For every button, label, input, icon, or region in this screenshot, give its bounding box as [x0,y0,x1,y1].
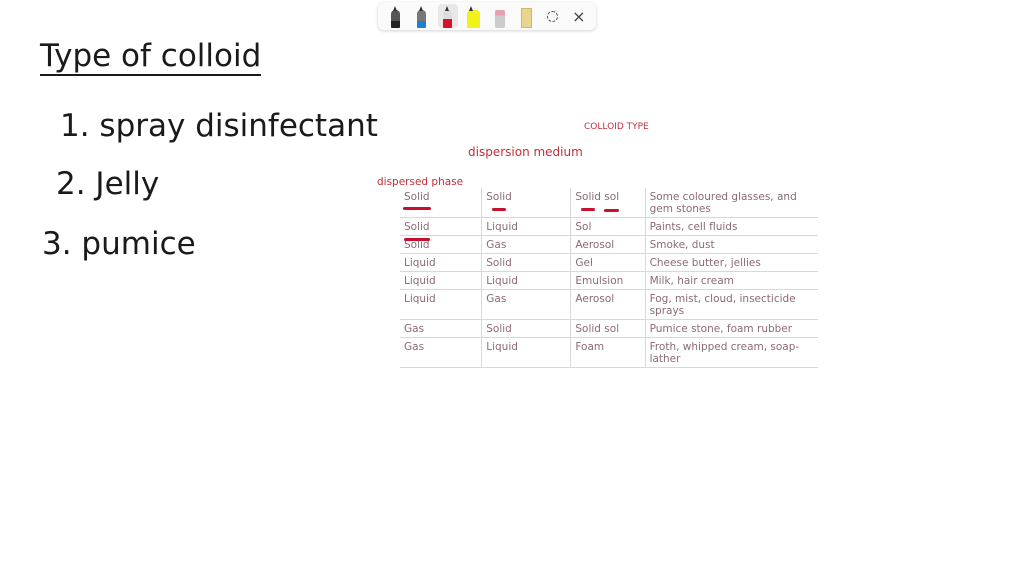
pen-toolbar: × [378,2,596,30]
table-cell: Liquid [400,289,482,320]
table-row: Solid Solid Solid sol Some coloured glasses… [400,188,818,218]
colloid-table: Solid Solid Solid sol Some coloured glasses… [400,188,818,368]
table-cell: Froth, whipped cream, soap-lather [644,337,818,368]
eraser-icon [495,10,506,28]
pen-icon [390,6,400,28]
underline-mark [492,208,506,211]
note-item: 1. spray disinfectant [60,108,378,144]
table-cell: Gas [400,319,482,338]
dispersion-medium-label: dispersion medium [468,145,583,159]
table-cell: Solid [400,217,482,236]
table-cell: Some coloured glasses, and gem stones [644,188,818,218]
black-pen-button[interactable] [385,4,405,28]
ruler-button[interactable] [516,4,536,28]
blue-pen-button[interactable] [411,4,431,28]
table-row: Liquid Gas Aerosol Fog, mist, cloud, insect… [400,289,818,320]
table-cell: Liquid [481,271,571,290]
table-cell: Pumice stone, foam rubber [644,319,818,338]
table-cell: Liquid [400,271,482,290]
table-row: Gas Solid Solid sol Pumice stone, foam rubb… [400,319,818,338]
table-cell: Fog, mist, cloud, insecticide sprays [644,289,818,320]
table-row: Solid Liquid Sol Paints, cell fluids [400,217,818,236]
note-item: 2. Jelly [56,166,160,202]
table-cell: Foam [570,337,646,368]
table-cell: Solid [481,188,571,218]
table-cell: Solid [481,253,571,272]
colloid-type-label: COLLOID TYPE [584,122,649,132]
table-row: Gas Liquid Foam Froth, whipped cream, soap-… [400,337,818,368]
table-cell: Sol [570,217,646,236]
table-row: Liquid Liquid Emulsion Milk, hair cream [400,271,818,290]
table-cell: Paints, cell fluids [644,217,818,236]
table-cell: Emulsion [570,271,646,290]
table-cell: Liquid [481,217,571,236]
close-button[interactable]: × [569,4,589,28]
table-cell: Solid sol [570,319,646,338]
underline-mark [604,209,619,212]
table-cell: Liquid [481,337,571,368]
underline-mark [404,238,430,241]
dispersed-phase-label: dispersed phase [377,176,464,188]
table-cell: Aerosol [570,289,646,320]
red-pen-button[interactable] [437,4,458,28]
table-row: Solid Gas Aerosol Smoke, dust [400,235,818,254]
table-cell: Gas [481,289,571,320]
table-cell: Gas [481,235,571,254]
lasso-button[interactable] [543,4,563,28]
eraser-button[interactable] [490,4,510,28]
table-cell: Aerosol [570,235,646,254]
underline-mark [581,208,595,211]
table-cell: Gel [570,253,646,272]
ruler-icon [520,8,532,28]
table-cell: Liquid [400,253,482,272]
table-cell: Solid [481,319,571,338]
table-cell: Solid [400,188,482,218]
table-cell: Cheese butter, jellies [644,253,818,272]
notes-title: Type of colloid [40,38,262,76]
lasso-icon [547,10,559,22]
highlighter-button[interactable] [464,4,484,28]
pen-icon [416,6,426,28]
underline-mark [403,207,431,210]
table-row: Liquid Solid Gel Cheese butter, jellies [400,253,818,272]
table-cell: Smoke, dust [644,235,818,254]
highlighter-icon [467,6,481,28]
table-cell: Solid sol [570,188,646,218]
note-item: 3. pumice [42,226,196,262]
table-cell: Milk, hair cream [644,271,818,290]
table-cell: Gas [400,337,482,368]
pen-icon [443,6,453,28]
